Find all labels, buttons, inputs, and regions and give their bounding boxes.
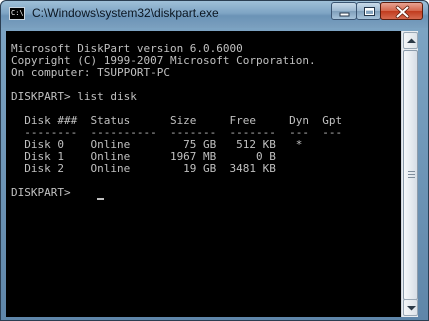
console-prompt: DISKPART> [11, 186, 78, 199]
console-line: Disk 1 Online 1967 MB 0 B [11, 150, 276, 163]
minimize-icon [339, 12, 350, 17]
console-line: Microsoft DiskPart version 6.0.6000 [11, 42, 243, 55]
console-window: C:\ C:\Windows\system32\diskpart.exe Mic… [0, 0, 429, 321]
maximize-icon [364, 7, 375, 16]
console-icon[interactable]: C:\ [9, 7, 25, 20]
grip-line [408, 171, 415, 172]
console-line: Disk 0 Online 75 GB 512 KB * [11, 138, 303, 151]
console-line: Disk ### Status Size Free Dyn Gpt [11, 114, 343, 127]
console-line: On computer: TSUPPORT-PC [11, 66, 170, 79]
text-cursor [97, 198, 104, 200]
close-button[interactable] [380, 2, 423, 20]
scroll-down-button[interactable] [403, 299, 418, 316]
scroll-up-button[interactable] [403, 32, 418, 49]
arrow-up-icon [407, 38, 416, 43]
console-line: -------- ---------- ------- ------- --- … [11, 126, 343, 139]
grip-line [408, 174, 415, 175]
maximize-button[interactable] [356, 2, 381, 20]
window-title: C:\Windows\system32\diskpart.exe [32, 6, 219, 20]
vertical-scrollbar[interactable] [401, 31, 418, 317]
scrollbar-thumb[interactable] [403, 50, 418, 300]
console-line: DISKPART> list disk [11, 90, 137, 103]
close-icon [395, 5, 410, 19]
console-output[interactable]: Microsoft DiskPart version 6.0.6000 Copy… [6, 31, 401, 317]
minimize-button[interactable] [331, 2, 357, 20]
console-line: Disk 2 Online 19 GB 3481 KB [11, 162, 276, 175]
console-line: Copyright (C) 1999-2007 Microsoft Corpor… [11, 54, 316, 67]
arrow-down-icon [407, 306, 416, 311]
grip-line [408, 177, 415, 178]
title-bar[interactable]: C:\ C:\Windows\system32\diskpart.exe [1, 1, 428, 28]
